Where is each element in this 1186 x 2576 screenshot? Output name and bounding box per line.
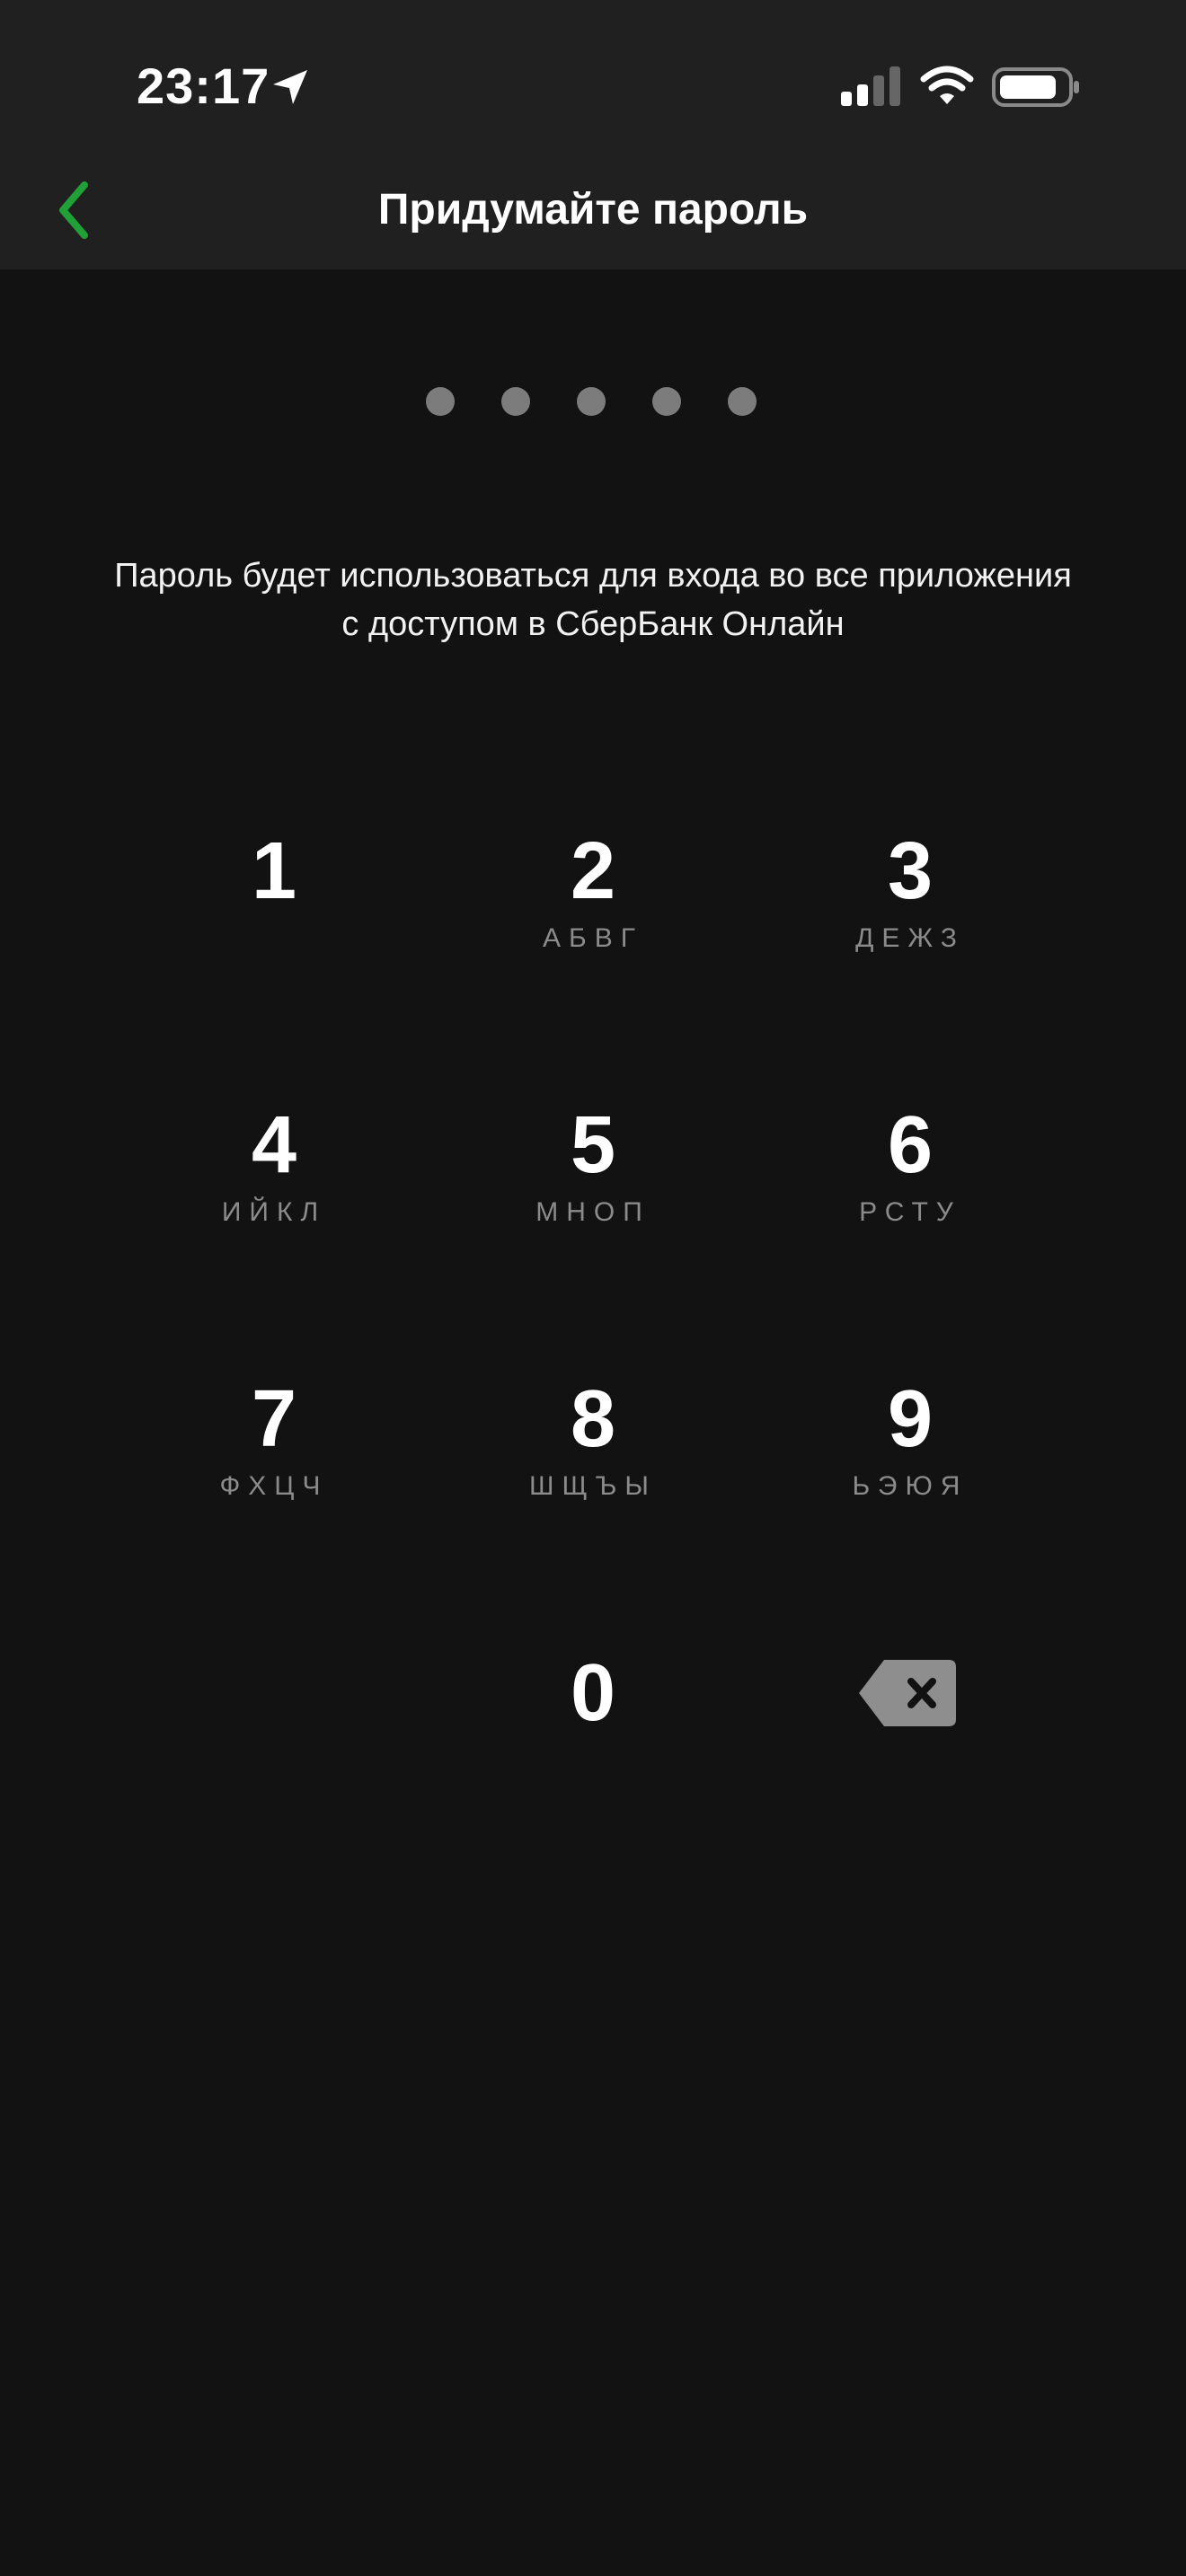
backspace-button[interactable]	[852, 1653, 963, 1734]
key-7[interactable]: 7 ФХЦЧ	[139, 1370, 409, 1594]
key-letters: ИЙКЛ	[221, 1197, 327, 1227]
numeric-keypad: 1 2 АБВГ 3 ДЕЖЗ 4 ИЙКЛ 5 МНОП 6 РСТУ 7 Ф…	[0, 0, 1186, 2576]
key-digit: 3	[887, 826, 934, 916]
key-digit: 7	[251, 1374, 297, 1464]
key-letters: АБВГ	[543, 923, 643, 953]
key-digit: 8	[570, 1374, 616, 1464]
key-digit: 4	[251, 1100, 297, 1190]
key-3[interactable]: 3 ДЕЖЗ	[775, 822, 1045, 1046]
key-letters: РСТУ	[859, 1197, 961, 1227]
key-9[interactable]: 9 ЬЭЮЯ	[775, 1370, 1045, 1594]
key-digit: 6	[887, 1100, 934, 1190]
key-0[interactable]: 0	[458, 1644, 728, 1868]
key-letters: ШЩЪЫ	[529, 1471, 657, 1501]
key-1[interactable]: 1	[139, 822, 409, 1046]
key-letters: ДЕЖЗ	[855, 923, 965, 953]
key-digit: 0	[570, 1648, 616, 1738]
key-digit: 2	[570, 826, 616, 916]
key-4[interactable]: 4 ИЙКЛ	[139, 1096, 409, 1320]
key-5[interactable]: 5 МНОП	[458, 1096, 728, 1320]
key-8[interactable]: 8 ШЩЪЫ	[458, 1370, 728, 1594]
key-digit: 9	[887, 1374, 934, 1464]
key-digit: 5	[570, 1100, 616, 1190]
key-2[interactable]: 2 АБВГ	[458, 822, 728, 1046]
key-letters: ЬЭЮЯ	[852, 1471, 969, 1501]
key-letters: МНОП	[535, 1197, 651, 1227]
key-6[interactable]: 6 РСТУ	[775, 1096, 1045, 1320]
backspace-icon	[859, 1660, 956, 1726]
key-letters: ФХЦЧ	[219, 1471, 329, 1501]
key-digit: 1	[251, 826, 297, 916]
